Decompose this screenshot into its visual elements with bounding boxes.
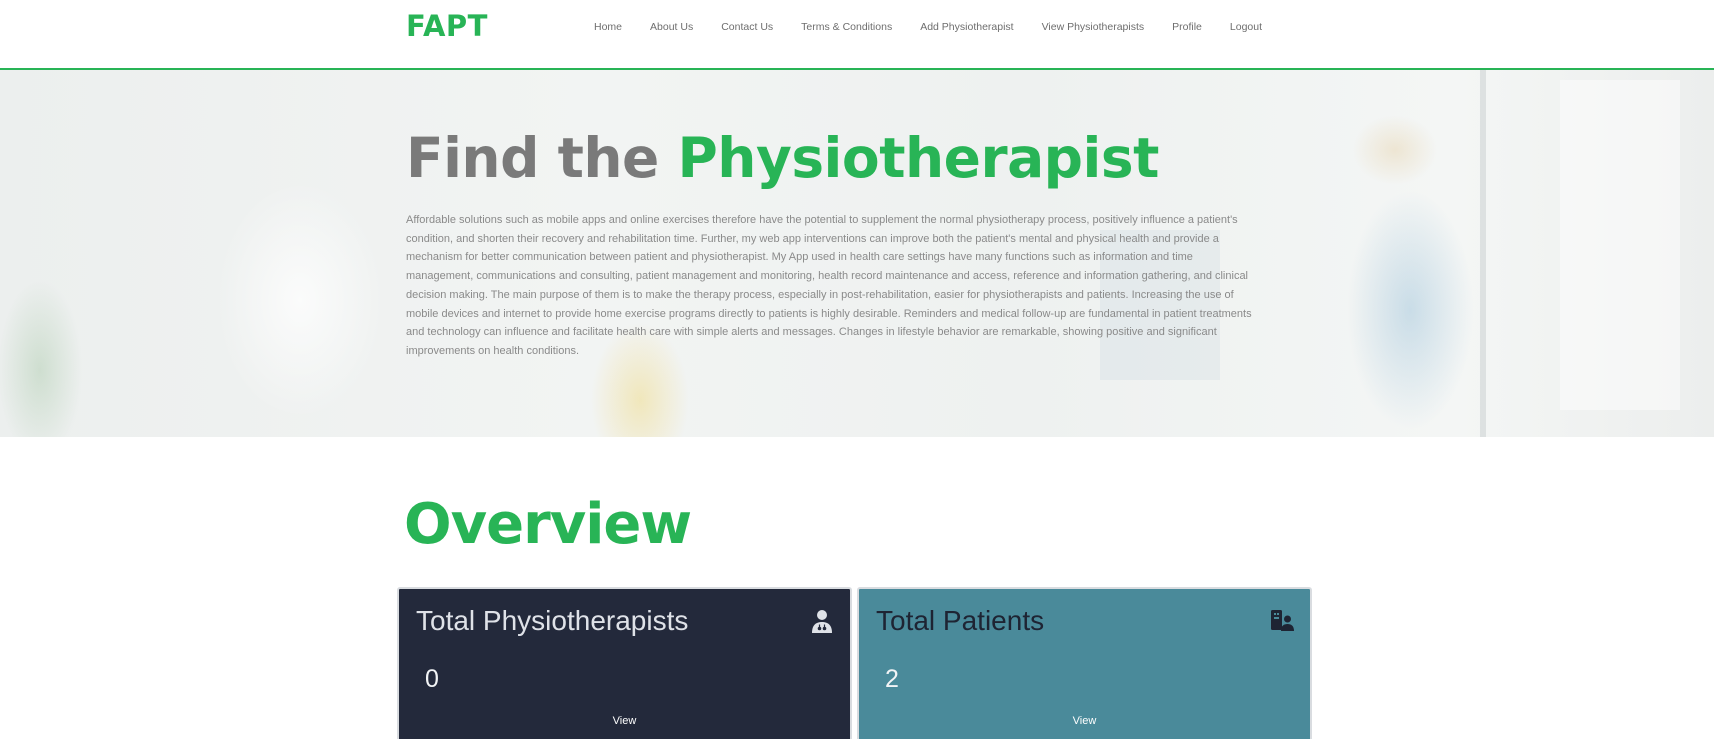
nav-link-home[interactable]: Home — [580, 18, 636, 36]
hero-section: Find the Physiotherapist Affordable solu… — [0, 70, 1714, 437]
card-title: Total Patients — [876, 605, 1045, 636]
view-patients-link[interactable]: View — [859, 715, 1310, 727]
card-count: 2 — [885, 665, 899, 693]
view-physiotherapists-link[interactable]: View — [399, 715, 850, 727]
nav-link-contact-us[interactable]: Contact Us — [707, 18, 787, 36]
hero-title-highlight: Physiotherapist — [677, 126, 1160, 190]
nav-link-terms[interactable]: Terms & Conditions — [787, 18, 906, 36]
nav-link-logout[interactable]: Logout — [1216, 18, 1276, 36]
nav-link-about-us[interactable]: About Us — [636, 18, 707, 36]
nav-link-view-physiotherapists[interactable]: View Physiotherapists — [1028, 18, 1159, 36]
hospital-user-icon — [1271, 610, 1294, 631]
main-nav: Home About Us Contact Us Terms & Conditi… — [580, 18, 1276, 36]
brand-logo[interactable]: FAPT — [406, 9, 488, 43]
total-physiotherapists-card: Total Physiotherapists 0 View — [397, 587, 852, 739]
hero-description: Affordable solutions such as mobile apps… — [406, 214, 1252, 357]
site-header: FAPT Home About Us Contact Us Terms & Co… — [0, 0, 1714, 70]
total-patients-card: Total Patients 2 View — [857, 587, 1312, 739]
hero-title-prefix: Find the — [406, 126, 678, 190]
nav-link-profile[interactable]: Profile — [1158, 18, 1216, 36]
overview-title: Overview — [404, 492, 692, 557]
hero-title: Find the Physiotherapist — [406, 126, 1159, 190]
nav-link-add-physiotherapist[interactable]: Add Physiotherapist — [906, 18, 1027, 36]
user-doctor-icon — [812, 610, 832, 633]
card-count: 0 — [425, 665, 439, 693]
card-title: Total Physiotherapists — [416, 605, 689, 636]
